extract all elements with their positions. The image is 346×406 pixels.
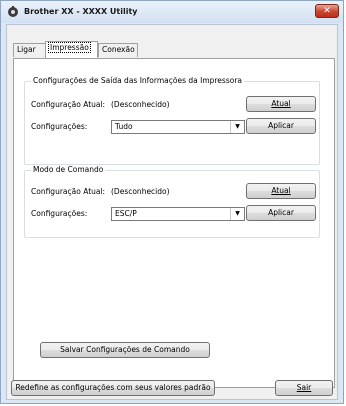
command-current-value: (Desconhecido)	[111, 187, 170, 196]
exit-label: Sair	[296, 383, 312, 392]
output-group-title: Configurações de Saída das Informações d…	[31, 76, 245, 85]
chevron-down-icon[interactable]: ▼	[230, 208, 244, 220]
close-icon: ✕	[323, 6, 331, 16]
command-settings-select[interactable]: ESC/P ▼	[111, 207, 245, 221]
impressao-panel: Configurações de Saída das Informações d…	[13, 58, 335, 388]
exit-button[interactable]: Sair	[275, 380, 333, 396]
tab-ligar[interactable]: Ligar	[13, 43, 46, 57]
output-update-label: Atual	[271, 99, 291, 108]
app-icon	[8, 6, 18, 17]
output-update-button[interactable]: Atual	[246, 96, 316, 112]
window-title: Brother XX - XXXX Utility	[24, 7, 138, 16]
output-info-group: Configurações de Saída das Informações d…	[24, 76, 320, 165]
command-update-button[interactable]: Atual	[246, 183, 316, 199]
output-current-value: (Desconhecido)	[111, 100, 170, 109]
tab-ligar-label: Ligar	[17, 45, 36, 54]
tab-conexao-label: Conexão	[102, 45, 135, 54]
tab-conexao[interactable]: Conexão	[98, 43, 138, 57]
save-command-settings-label: Salvar Configurações de Comando	[60, 345, 190, 354]
command-mode-group: Modo de Comando Configuração Atual: (Des…	[24, 165, 320, 238]
tab-impressao-label: Impressão	[48, 42, 91, 53]
tab-strip: Ligar Impressão Conexão	[7, 41, 337, 59]
tab-impressao[interactable]: Impressão	[45, 41, 98, 58]
command-apply-label: Aplicar	[268, 208, 294, 217]
command-current-label: Configuração Atual:	[31, 187, 106, 196]
output-settings-label: Configurações:	[31, 122, 88, 131]
command-settings-label: Configurações:	[31, 209, 88, 218]
reset-defaults-button[interactable]: Redefine as configurações com seus valor…	[11, 380, 215, 396]
chevron-down-icon[interactable]: ▼	[230, 121, 244, 133]
title-bar[interactable]: Brother XX - XXXX Utility ✕	[1, 1, 343, 23]
utility-window: Brother XX - XXXX Utility ✕ Ligar Impres…	[0, 0, 344, 404]
output-current-label: Configuração Atual:	[31, 100, 106, 109]
close-button[interactable]: ✕	[315, 4, 339, 18]
output-settings-select[interactable]: Tudo ▼	[111, 120, 245, 134]
output-apply-button[interactable]: Aplicar	[246, 118, 316, 134]
reset-defaults-label: Redefine as configurações com seus valor…	[15, 383, 211, 392]
command-group-title: Modo de Comando	[31, 165, 106, 174]
output-apply-label: Aplicar	[268, 121, 294, 130]
output-settings-value: Tudo	[115, 122, 133, 131]
command-apply-button[interactable]: Aplicar	[246, 205, 316, 221]
save-command-settings-button[interactable]: Salvar Configurações de Comando	[40, 342, 210, 358]
client-area: Ligar Impressão Conexão Configurações de…	[6, 24, 338, 400]
command-settings-value: ESC/P	[115, 209, 137, 218]
command-update-label: Atual	[271, 186, 291, 195]
